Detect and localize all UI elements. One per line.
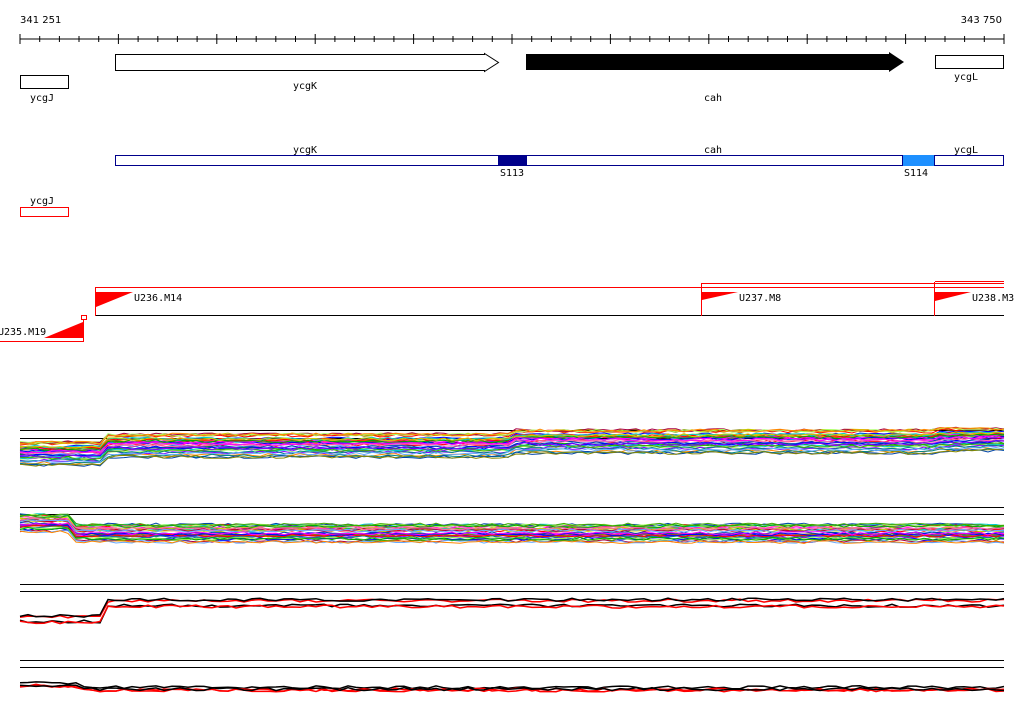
segment-S114-label: S114 (904, 168, 928, 179)
segment-ycgK-box[interactable] (115, 155, 499, 166)
transcription-unit-track: U236.M14 U237.M8 U238.M3 U235.M19 (0, 281, 1014, 342)
gene-track: ycgJ ycgK cah ycgL (20, 52, 1004, 104)
expression-line (19, 515, 1005, 530)
expression-tracks (19, 426, 1005, 693)
pseudo-ycgJ-label: ycgJ (30, 196, 54, 207)
expression-line (19, 604, 1005, 625)
tu-junction-marker (81, 315, 87, 320)
expression-track-4 (19, 660, 1005, 693)
gene-ycgJ-label: ycgJ (30, 93, 54, 104)
gene-ycgL-label: ycgL (954, 72, 978, 83)
genome-browser-view: 341 251 343 750 ycgJ ycgK cah ycgL ycgK … (0, 0, 1024, 714)
segment-cah-box[interactable] (526, 155, 903, 166)
gene-cah-arrow[interactable] (526, 52, 904, 72)
pseudo-ycgJ-box[interactable] (20, 207, 69, 217)
tu-U238-flag-icon (935, 292, 971, 301)
genome-track-canvas: 341 251 343 750 ycgJ ycgK cah ycgL ycgK … (0, 15, 1014, 693)
gene-ycgL-box[interactable] (935, 55, 1004, 69)
gene-ycgJ-box[interactable] (20, 75, 69, 89)
tu-U236-flag-icon (96, 292, 133, 307)
gene-ycgK-label: ycgK (293, 81, 317, 92)
segment-ycgL-label: ycgL (954, 145, 978, 156)
tu-U237-label[interactable]: U237.M8 (739, 293, 781, 304)
tu-U235-label[interactable]: U235.M19 (0, 327, 46, 338)
ruler-start-label: 341 251 (20, 15, 61, 26)
ruler-end-label: 343 750 (961, 15, 1002, 26)
expression-line (19, 681, 1005, 690)
tu-U238-label[interactable]: U238.M3 (972, 293, 1014, 304)
segment-cah-label: cah (704, 145, 722, 156)
expression-track-2 (19, 507, 1005, 545)
segment-S113-box[interactable] (498, 155, 526, 166)
expression-track-3 (19, 584, 1005, 625)
tu-U235-flag-icon (44, 322, 83, 338)
gene-ycgK-arrow[interactable] (115, 52, 500, 73)
segment-S113-label: S113 (500, 168, 524, 179)
segment-ycgL-box[interactable] (934, 155, 1004, 166)
segment-ycgK-label: ycgK (293, 145, 317, 156)
expression-line (19, 598, 1005, 619)
gene-cah-label: cah (704, 93, 722, 104)
tu-U236-label[interactable]: U236.M14 (134, 293, 182, 304)
segment-S114-box[interactable] (903, 155, 934, 166)
tu-U237-flag-icon (702, 292, 738, 300)
coordinate-ruler: 341 251 343 750 (19, 15, 1005, 44)
expression-track-1 (19, 426, 1005, 467)
segment-track: ycgK cah ycgL S113 S114 ycgJ (20, 145, 1004, 217)
